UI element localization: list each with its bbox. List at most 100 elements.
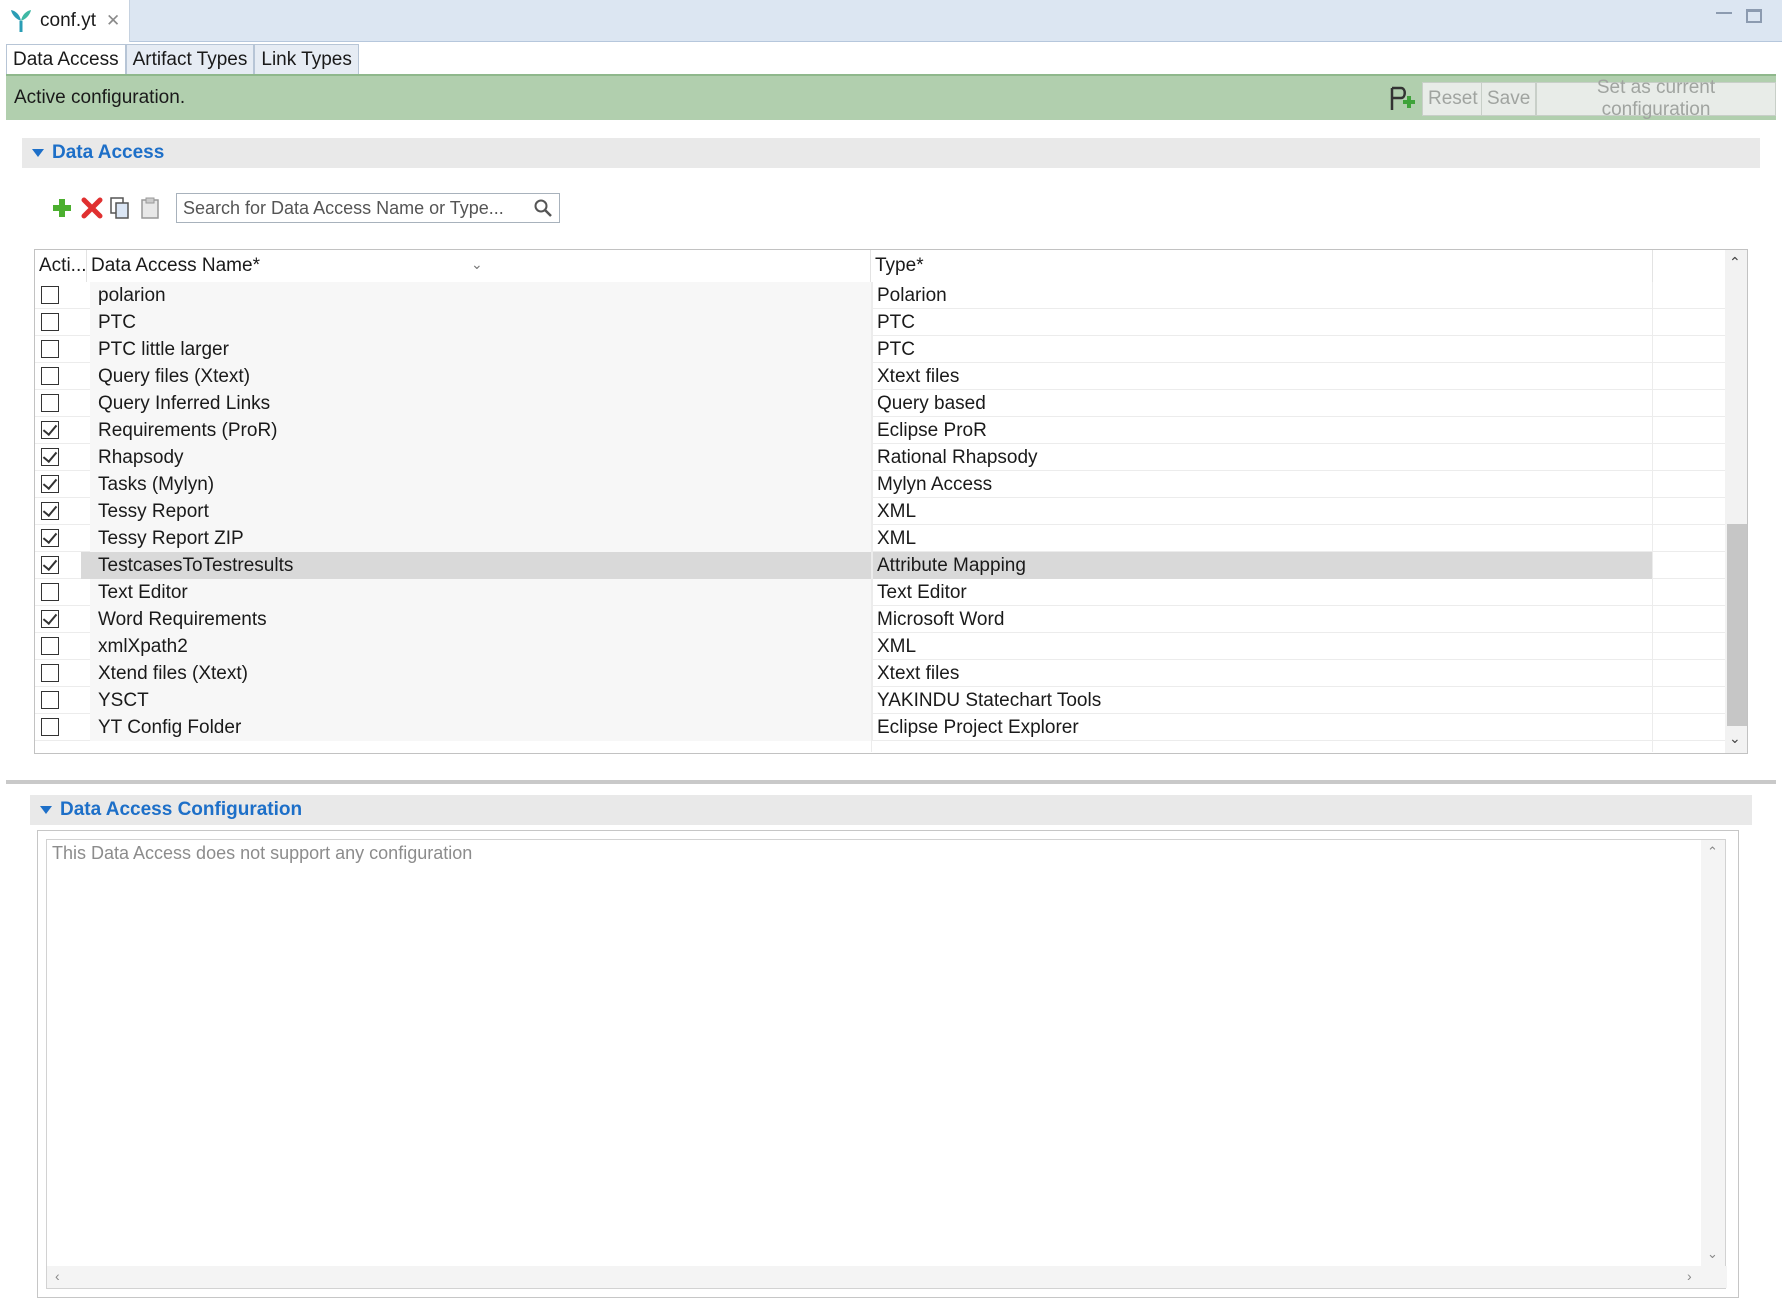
add-configuration-icon[interactable] [1384, 82, 1418, 116]
data-access-name-cell[interactable]: YT Config Folder [90, 714, 872, 741]
data-access-section-header[interactable]: Data Access [22, 138, 1760, 168]
data-access-name-cell[interactable]: Tessy Report ZIP [90, 525, 872, 552]
table-row[interactable]: PTC PTC [35, 309, 1725, 336]
active-checkbox[interactable] [41, 421, 59, 439]
data-access-name-cell[interactable]: Tessy Report [90, 498, 872, 525]
active-checkbox[interactable] [41, 502, 59, 520]
config-text-area[interactable]: This Data Access does not support any co… [46, 839, 1727, 1289]
table-row[interactable]: xmlXpath2 XML [35, 633, 1725, 660]
table-row[interactable]: Tessy Report XML [35, 498, 1725, 525]
active-checkbox[interactable] [41, 448, 59, 466]
data-access-name-cell[interactable]: Query files (Xtext) [90, 363, 872, 390]
data-access-name-cell[interactable]: TestcasesToTestresults [90, 552, 872, 579]
active-checkbox[interactable] [41, 718, 59, 736]
tab-data-access[interactable]: Data Access [6, 44, 126, 74]
table-row[interactable]: Requirements (ProR) Eclipse ProR [35, 417, 1725, 444]
data-access-type-cell[interactable]: PTC [872, 336, 1652, 363]
active-checkbox[interactable] [41, 313, 59, 331]
data-access-type-cell[interactable]: Text Editor [872, 579, 1652, 606]
data-access-type-cell[interactable]: XML [872, 633, 1652, 660]
scroll-left-icon[interactable]: ‹ [55, 1268, 60, 1284]
active-checkbox[interactable] [41, 286, 59, 304]
data-access-name-cell[interactable]: PTC [90, 309, 872, 336]
active-checkbox[interactable] [41, 556, 59, 574]
save-button[interactable]: Save [1481, 82, 1537, 116]
data-access-type-cell[interactable]: Xtext files [872, 363, 1652, 390]
table-row[interactable]: YSCT YAKINDU Statechart Tools [35, 687, 1725, 714]
column-header-active[interactable]: Acti... [35, 250, 87, 282]
copy-icon[interactable] [108, 196, 132, 220]
data-access-name-cell[interactable]: Query Inferred Links [90, 390, 872, 417]
data-access-type-cell[interactable]: Query based [872, 390, 1652, 417]
data-access-type-cell[interactable]: Microsoft Word [872, 606, 1652, 633]
data-access-type-cell[interactable]: Attribute Mapping [872, 552, 1652, 579]
data-access-name-cell[interactable]: Word Requirements [90, 606, 872, 633]
data-access-name-cell[interactable]: Requirements (ProR) [90, 417, 872, 444]
scroll-down-icon[interactable]: ⌄ [1707, 1246, 1718, 1262]
table-row[interactable]: PTC little larger PTC [35, 336, 1725, 363]
table-row[interactable]: Rhapsody Rational Rhapsody [35, 444, 1725, 471]
search-input[interactable] [177, 194, 517, 222]
data-access-name-cell[interactable]: Xtend files (Xtext) [90, 660, 872, 687]
data-access-type-cell[interactable]: Rational Rhapsody [872, 444, 1652, 471]
config-horizontal-scrollbar[interactable]: ‹ › [47, 1266, 1727, 1288]
data-access-type-cell[interactable]: XML [872, 498, 1652, 525]
active-checkbox[interactable] [41, 610, 59, 628]
set-current-configuration-button[interactable]: Set as current configuration [1536, 77, 1776, 120]
data-access-name-cell[interactable]: xmlXpath2 [90, 633, 872, 660]
table-vertical-scrollbar[interactable]: ⌃ ⌄ [1725, 250, 1747, 753]
minimize-icon[interactable] [1716, 8, 1732, 14]
scrollbar-thumb[interactable] [1727, 524, 1747, 726]
active-checkbox[interactable] [41, 583, 59, 601]
data-access-name-cell[interactable]: Text Editor [90, 579, 872, 606]
scroll-right-icon[interactable]: › [1687, 1268, 1692, 1284]
data-access-name-cell[interactable]: Tasks (Mylyn) [90, 471, 872, 498]
tab-link-types[interactable]: Link Types [254, 44, 359, 74]
data-access-type-cell[interactable]: Xtext files [872, 660, 1652, 687]
active-checkbox[interactable] [41, 529, 59, 547]
paste-icon[interactable] [138, 196, 162, 220]
active-checkbox[interactable] [41, 367, 59, 385]
data-access-name-cell[interactable]: YSCT [90, 687, 872, 714]
active-checkbox[interactable] [41, 691, 59, 709]
scroll-down-icon[interactable]: ⌄ [1729, 730, 1741, 747]
delete-icon[interactable] [80, 196, 104, 220]
table-row[interactable]: Query files (Xtext) Xtext files [35, 363, 1725, 390]
tab-artifact-types[interactable]: Artifact Types [125, 44, 255, 74]
maximize-icon[interactable] [1746, 9, 1762, 23]
search-icon[interactable] [533, 198, 553, 218]
active-checkbox[interactable] [41, 340, 59, 358]
table-row[interactable]: Query Inferred Links Query based [35, 390, 1725, 417]
data-access-type-cell[interactable]: Mylyn Access [872, 471, 1652, 498]
editor-tab-conf[interactable]: conf.yt ✕ [0, 0, 130, 42]
data-access-type-cell[interactable]: Polarion [872, 282, 1652, 309]
data-access-type-cell[interactable]: Eclipse ProR [872, 417, 1652, 444]
data-access-type-cell[interactable]: PTC [872, 309, 1652, 336]
data-access-type-cell[interactable]: YAKINDU Statechart Tools [872, 687, 1652, 714]
active-checkbox[interactable] [41, 637, 59, 655]
table-row[interactable]: YT Config Folder Eclipse Project Explorer [35, 714, 1725, 741]
data-access-type-cell[interactable]: XML [872, 525, 1652, 552]
table-row[interactable]: Tessy Report ZIP XML [35, 525, 1725, 552]
table-row[interactable]: Xtend files (Xtext) Xtext files [35, 660, 1725, 687]
column-header-type[interactable]: Type* [871, 250, 1653, 282]
table-row[interactable]: Word Requirements Microsoft Word [35, 606, 1725, 633]
data-access-name-cell[interactable]: Rhapsody [90, 444, 872, 471]
reset-button[interactable]: Reset [1422, 82, 1484, 116]
table-row[interactable]: Tasks (Mylyn) Mylyn Access [35, 471, 1725, 498]
sash-splitter[interactable] [6, 780, 1776, 784]
active-checkbox[interactable] [41, 475, 59, 493]
add-icon[interactable] [50, 196, 74, 220]
table-row[interactable]: polarion Polarion [35, 282, 1725, 309]
active-checkbox[interactable] [41, 394, 59, 412]
table-row[interactable]: Text Editor Text Editor [35, 579, 1725, 606]
config-section-header[interactable]: Data Access Configuration [30, 795, 1752, 825]
scroll-up-icon[interactable]: ⌃ [1707, 844, 1718, 860]
close-icon[interactable]: ✕ [106, 11, 120, 31]
table-row[interactable]: TestcasesToTestresults Attribute Mapping [35, 552, 1725, 579]
data-access-type-cell[interactable]: Eclipse Project Explorer [872, 714, 1652, 741]
data-access-name-cell[interactable]: PTC little larger [90, 336, 872, 363]
active-checkbox[interactable] [41, 664, 59, 682]
scroll-up-icon[interactable]: ⌃ [1729, 254, 1741, 271]
config-vertical-scrollbar[interactable]: ⌃ ⌄ [1701, 840, 1725, 1268]
